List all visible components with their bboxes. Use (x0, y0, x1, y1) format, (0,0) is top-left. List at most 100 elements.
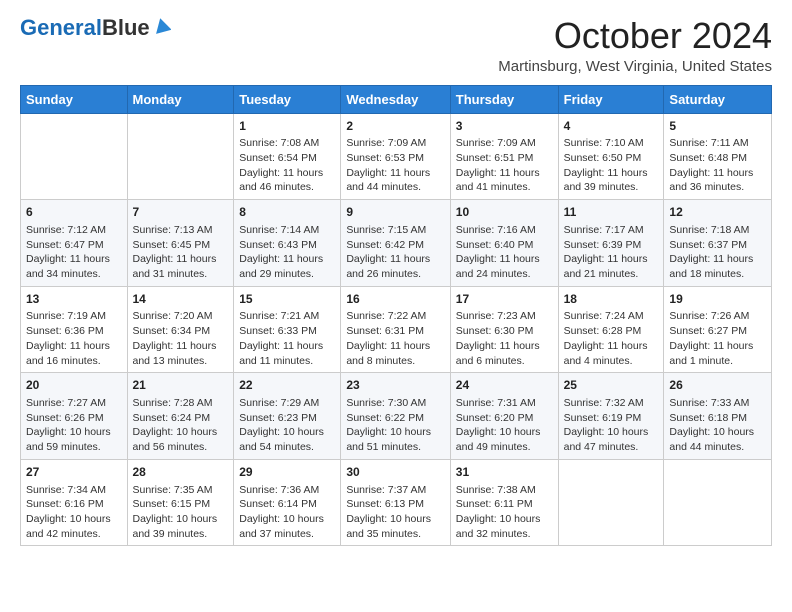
day-info: Sunrise: 7:21 AMSunset: 6:33 PMDaylight:… (239, 309, 335, 368)
day-info: Sunrise: 7:38 AMSunset: 6:11 PMDaylight:… (456, 483, 553, 542)
day-number: 12 (669, 204, 766, 221)
day-number: 14 (133, 291, 229, 308)
day-number: 16 (346, 291, 444, 308)
day-info: Sunrise: 7:33 AMSunset: 6:18 PMDaylight:… (669, 396, 766, 455)
calendar-cell (664, 459, 772, 546)
day-info: Sunrise: 7:32 AMSunset: 6:19 PMDaylight:… (564, 396, 659, 455)
calendar-cell: 26Sunrise: 7:33 AMSunset: 6:18 PMDayligh… (664, 373, 772, 460)
calendar-week-row: 20 Sunrise: 7:27 AMSunset: 6:26 PMDayligh… (21, 373, 772, 460)
calendar-cell: 31 Sunrise: 7:38 AMSunset: 6:11 PMDayligh… (450, 459, 558, 546)
calendar-cell: 30 Sunrise: 7:37 AMSunset: 6:13 PMDayligh… (341, 459, 450, 546)
logo-text: GeneralBlue (20, 17, 150, 39)
calendar-cell: 6 Sunrise: 7:12 AMSunset: 6:47 PMDaylight… (21, 200, 128, 287)
day-number: 22 (239, 377, 335, 394)
day-number: 29 (239, 464, 335, 481)
day-info: Sunrise: 7:22 AMSunset: 6:31 PMDaylight:… (346, 309, 444, 368)
day-info: Sunrise: 7:16 AMSunset: 6:40 PMDaylight:… (456, 223, 553, 282)
location-title: Martinsburg, West Virginia, United State… (498, 58, 772, 75)
calendar-cell: 2Sunrise: 7:09 AMSunset: 6:53 PMDaylight… (341, 113, 450, 200)
calendar-cell: 23Sunrise: 7:30 AMSunset: 6:22 PMDayligh… (341, 373, 450, 460)
logo-row: GeneralBlue (20, 16, 171, 39)
col-header-thursday: Thursday (450, 85, 558, 113)
calendar-cell: 9 Sunrise: 7:15 AMSunset: 6:42 PMDaylight… (341, 200, 450, 287)
calendar-cell: 18Sunrise: 7:24 AMSunset: 6:28 PMDayligh… (558, 286, 664, 373)
calendar-cell (21, 113, 128, 200)
day-number: 6 (26, 204, 122, 221)
day-number: 21 (133, 377, 229, 394)
col-header-monday: Monday (127, 85, 234, 113)
calendar-cell: 19Sunrise: 7:26 AMSunset: 6:27 PMDayligh… (664, 286, 772, 373)
day-number: 10 (456, 204, 553, 221)
day-info: Sunrise: 7:13 AMSunset: 6:45 PMDaylight:… (133, 223, 229, 282)
day-info: Sunrise: 7:12 AMSunset: 6:47 PMDaylight:… (26, 223, 122, 282)
day-info: Sunrise: 7:20 AMSunset: 6:34 PMDaylight:… (133, 309, 229, 368)
calendar-cell: 25 Sunrise: 7:32 AMSunset: 6:19 PMDayligh… (558, 373, 664, 460)
day-number: 30 (346, 464, 444, 481)
day-info: Sunrise: 7:28 AMSunset: 6:24 PMDaylight:… (133, 396, 229, 455)
day-number: 8 (239, 204, 335, 221)
day-info: Sunrise: 7:08 AMSunset: 6:54 PMDaylight:… (239, 136, 335, 195)
calendar-table: SundayMondayTuesdayWednesdayThursdayFrid… (20, 85, 772, 547)
logo-blue: Blue (102, 15, 150, 40)
logo-area: GeneralBlue (20, 16, 171, 39)
page-header: GeneralBlue October 2024 Martinsburg, We… (20, 16, 772, 75)
day-number: 20 (26, 377, 122, 394)
day-number: 9 (346, 204, 444, 221)
calendar-cell: 10 Sunrise: 7:16 AMSunset: 6:40 PMDayligh… (450, 200, 558, 287)
calendar-cell: 16Sunrise: 7:22 AMSunset: 6:31 PMDayligh… (341, 286, 450, 373)
day-number: 13 (26, 291, 122, 308)
day-number: 31 (456, 464, 553, 481)
day-info: Sunrise: 7:27 AMSunset: 6:26 PMDaylight:… (26, 396, 122, 455)
calendar-cell: 28Sunrise: 7:35 AMSunset: 6:15 PMDayligh… (127, 459, 234, 546)
calendar-week-row: 6 Sunrise: 7:12 AMSunset: 6:47 PMDaylight… (21, 200, 772, 287)
calendar-cell: 1Sunrise: 7:08 AMSunset: 6:54 PMDaylight… (234, 113, 341, 200)
day-number: 1 (239, 118, 335, 135)
col-header-friday: Friday (558, 85, 664, 113)
day-number: 18 (564, 291, 659, 308)
day-info: Sunrise: 7:15 AMSunset: 6:42 PMDaylight:… (346, 223, 444, 282)
calendar-cell: 8 Sunrise: 7:14 AMSunset: 6:43 PMDaylight… (234, 200, 341, 287)
col-header-tuesday: Tuesday (234, 85, 341, 113)
title-area: October 2024 Martinsburg, West Virginia,… (498, 16, 772, 75)
calendar-cell: 20 Sunrise: 7:27 AMSunset: 6:26 PMDayligh… (21, 373, 128, 460)
calendar-cell: 5Sunrise: 7:11 AMSunset: 6:48 PMDaylight… (664, 113, 772, 200)
day-number: 17 (456, 291, 553, 308)
day-info: Sunrise: 7:29 AMSunset: 6:23 PMDaylight:… (239, 396, 335, 455)
day-info: Sunrise: 7:36 AMSunset: 6:14 PMDaylight:… (239, 483, 335, 542)
day-info: Sunrise: 7:31 AMSunset: 6:20 PMDaylight:… (456, 396, 553, 455)
calendar-week-row: 27 Sunrise: 7:34 AMSunset: 6:16 PMDayligh… (21, 459, 772, 546)
day-number: 27 (26, 464, 122, 481)
day-info: Sunrise: 7:19 AMSunset: 6:36 PMDaylight:… (26, 309, 122, 368)
day-info: Sunrise: 7:11 AMSunset: 6:48 PMDaylight:… (669, 136, 766, 195)
day-number: 19 (669, 291, 766, 308)
calendar-cell: 14Sunrise: 7:20 AMSunset: 6:34 PMDayligh… (127, 286, 234, 373)
day-info: Sunrise: 7:23 AMSunset: 6:30 PMDaylight:… (456, 309, 553, 368)
calendar-cell: 22 Sunrise: 7:29 AMSunset: 6:23 PMDayligh… (234, 373, 341, 460)
day-number: 15 (239, 291, 335, 308)
calendar-cell: 7 Sunrise: 7:13 AMSunset: 6:45 PMDaylight… (127, 200, 234, 287)
day-info: Sunrise: 7:34 AMSunset: 6:16 PMDaylight:… (26, 483, 122, 542)
logo-general: General (20, 15, 102, 40)
day-number: 23 (346, 377, 444, 394)
day-number: 24 (456, 377, 553, 394)
day-info: Sunrise: 7:10 AMSunset: 6:50 PMDaylight:… (564, 136, 659, 195)
calendar-week-row: 13Sunrise: 7:19 AMSunset: 6:36 PMDayligh… (21, 286, 772, 373)
calendar-cell: 27 Sunrise: 7:34 AMSunset: 6:16 PMDayligh… (21, 459, 128, 546)
day-number: 7 (133, 204, 229, 221)
day-info: Sunrise: 7:14 AMSunset: 6:43 PMDaylight:… (239, 223, 335, 282)
day-info: Sunrise: 7:24 AMSunset: 6:28 PMDaylight:… (564, 309, 659, 368)
calendar-cell: 29 Sunrise: 7:36 AMSunset: 6:14 PMDayligh… (234, 459, 341, 546)
logo-icon (153, 16, 171, 34)
day-number: 3 (456, 118, 553, 135)
calendar-header-row: SundayMondayTuesdayWednesdayThursdayFrid… (21, 85, 772, 113)
calendar-cell (558, 459, 664, 546)
calendar-week-row: 1Sunrise: 7:08 AMSunset: 6:54 PMDaylight… (21, 113, 772, 200)
calendar-cell: 13Sunrise: 7:19 AMSunset: 6:36 PMDayligh… (21, 286, 128, 373)
day-info: Sunrise: 7:37 AMSunset: 6:13 PMDaylight:… (346, 483, 444, 542)
calendar-cell: 3Sunrise: 7:09 AMSunset: 6:51 PMDaylight… (450, 113, 558, 200)
calendar-cell (127, 113, 234, 200)
calendar-page: GeneralBlue October 2024 Martinsburg, We… (0, 0, 792, 562)
day-number: 25 (564, 377, 659, 394)
day-info: Sunrise: 7:09 AMSunset: 6:53 PMDaylight:… (346, 136, 444, 195)
calendar-cell: 11Sunrise: 7:17 AMSunset: 6:39 PMDayligh… (558, 200, 664, 287)
